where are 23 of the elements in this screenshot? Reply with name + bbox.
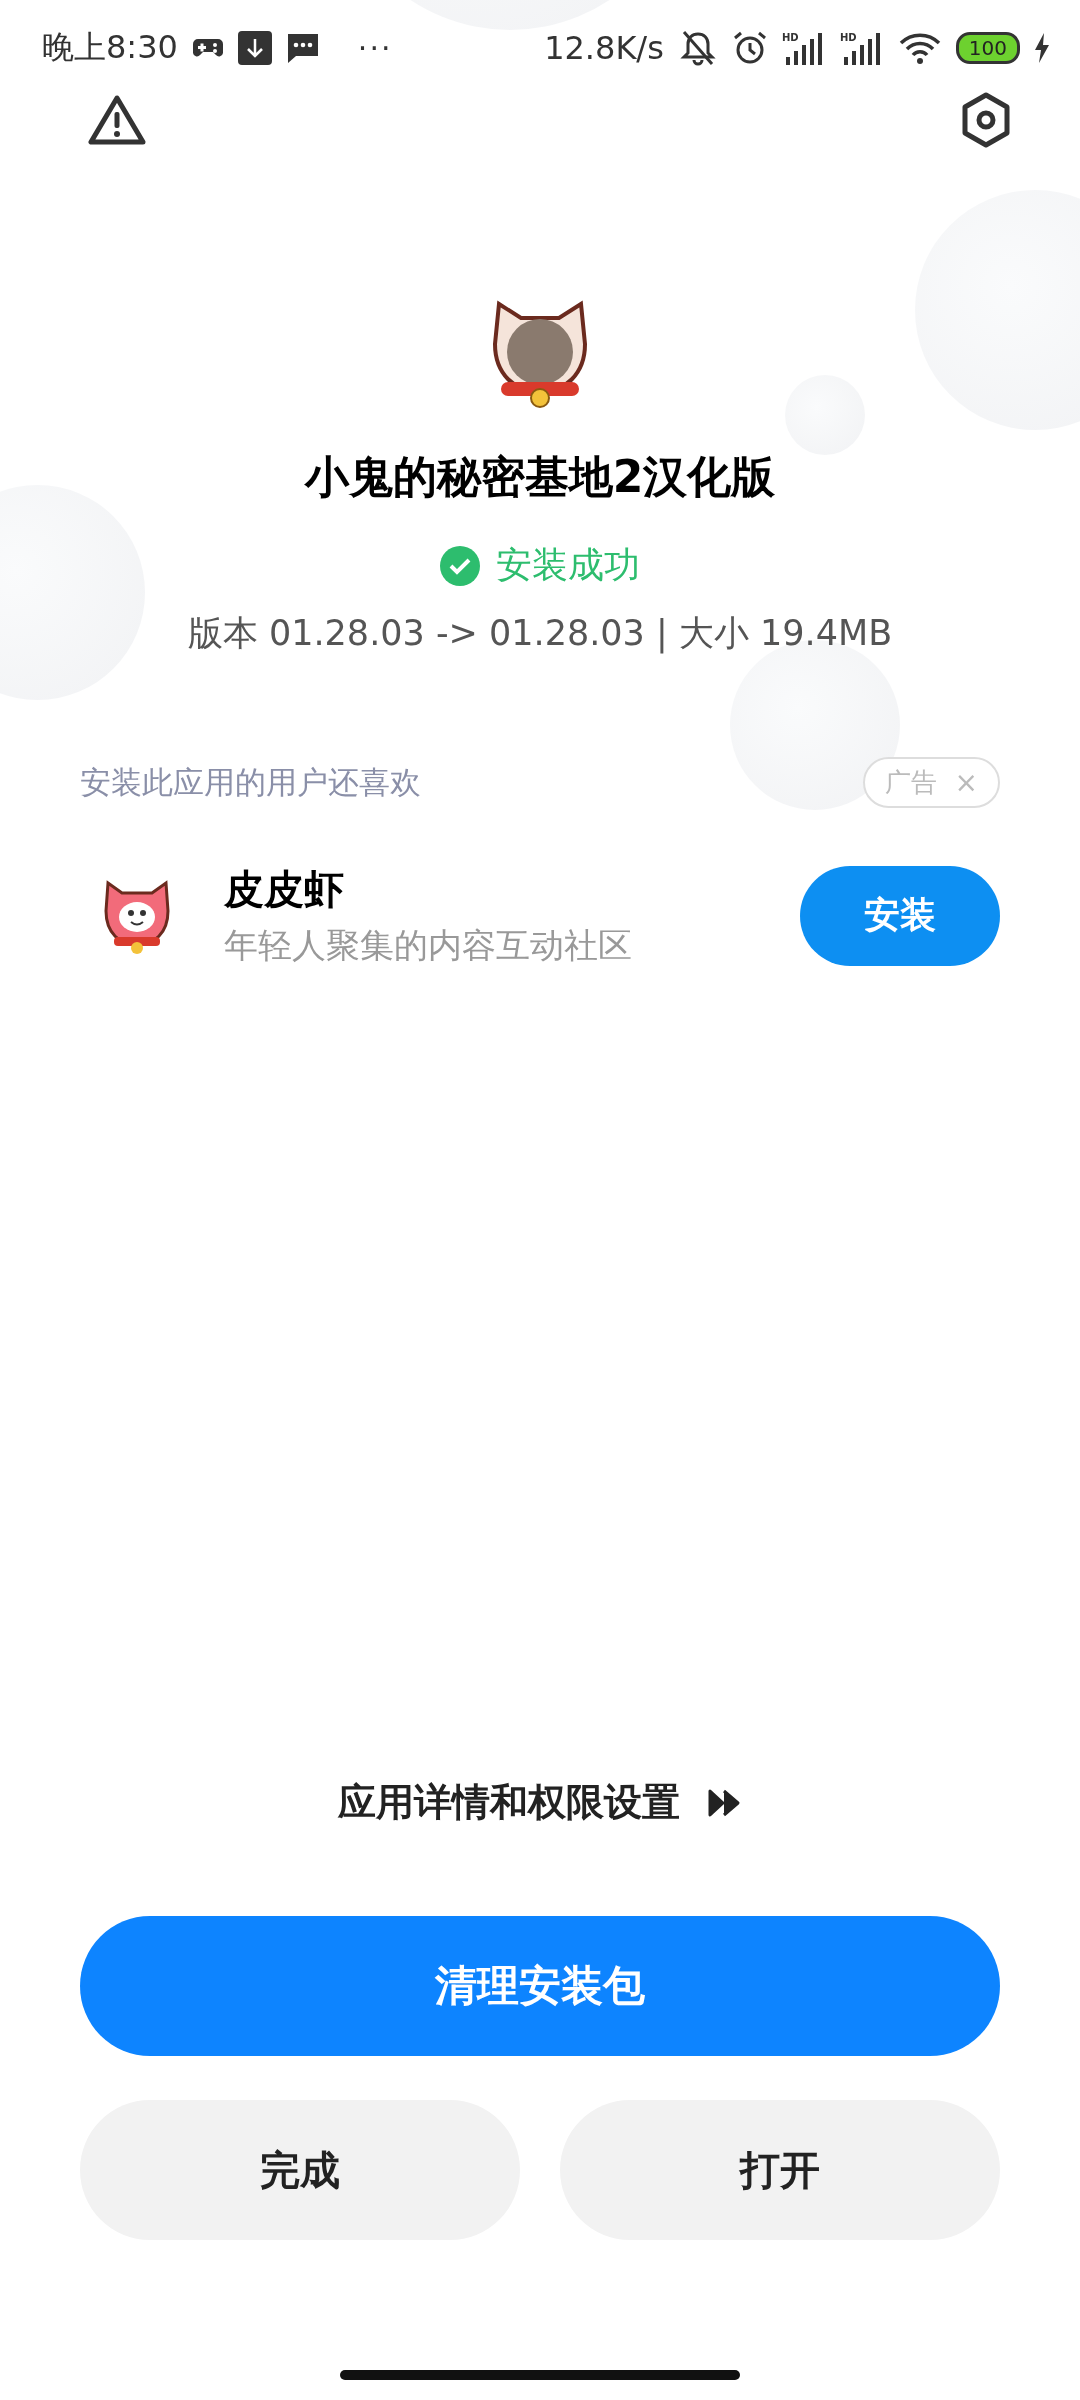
install-status: 安装成功: [496, 543, 640, 587]
app-name: 皮皮虾: [224, 865, 345, 914]
done-button[interactable]: 完成: [80, 2100, 520, 2240]
alarm-icon: [731, 30, 768, 66]
network-speed: 12.8K/s: [544, 29, 664, 67]
clock-time: 晚上8:30: [42, 27, 178, 68]
open-button[interactable]: 打开: [560, 2100, 1000, 2240]
clean-package-button[interactable]: 清理安装包: [80, 1916, 1000, 2056]
check-circle-icon: [440, 545, 480, 586]
app-name: 小鬼的秘密基地2汉化版: [304, 450, 776, 504]
bell-muted-icon: [677, 30, 718, 66]
wifi-icon: [897, 31, 942, 65]
settings-icon[interactable]: [960, 92, 1012, 148]
battery-level: 100: [955, 32, 1020, 64]
message-icon: [285, 32, 320, 64]
download-icon: [237, 31, 272, 65]
warning-icon[interactable]: [88, 94, 146, 146]
version-size-info: 版本 01.28.03 -> 01.28.03 | 大小 19.4MB: [187, 612, 893, 656]
more-notifications: ···: [357, 30, 393, 66]
section-title: 安装此应用的用户还喜欢: [80, 762, 421, 802]
details-link[interactable]: 应用详情和权限设置: [338, 1777, 680, 1828]
app-description: 年轻人聚集的内容互动社区: [224, 924, 633, 967]
double-chevron-icon[interactable]: [706, 1787, 742, 1818]
